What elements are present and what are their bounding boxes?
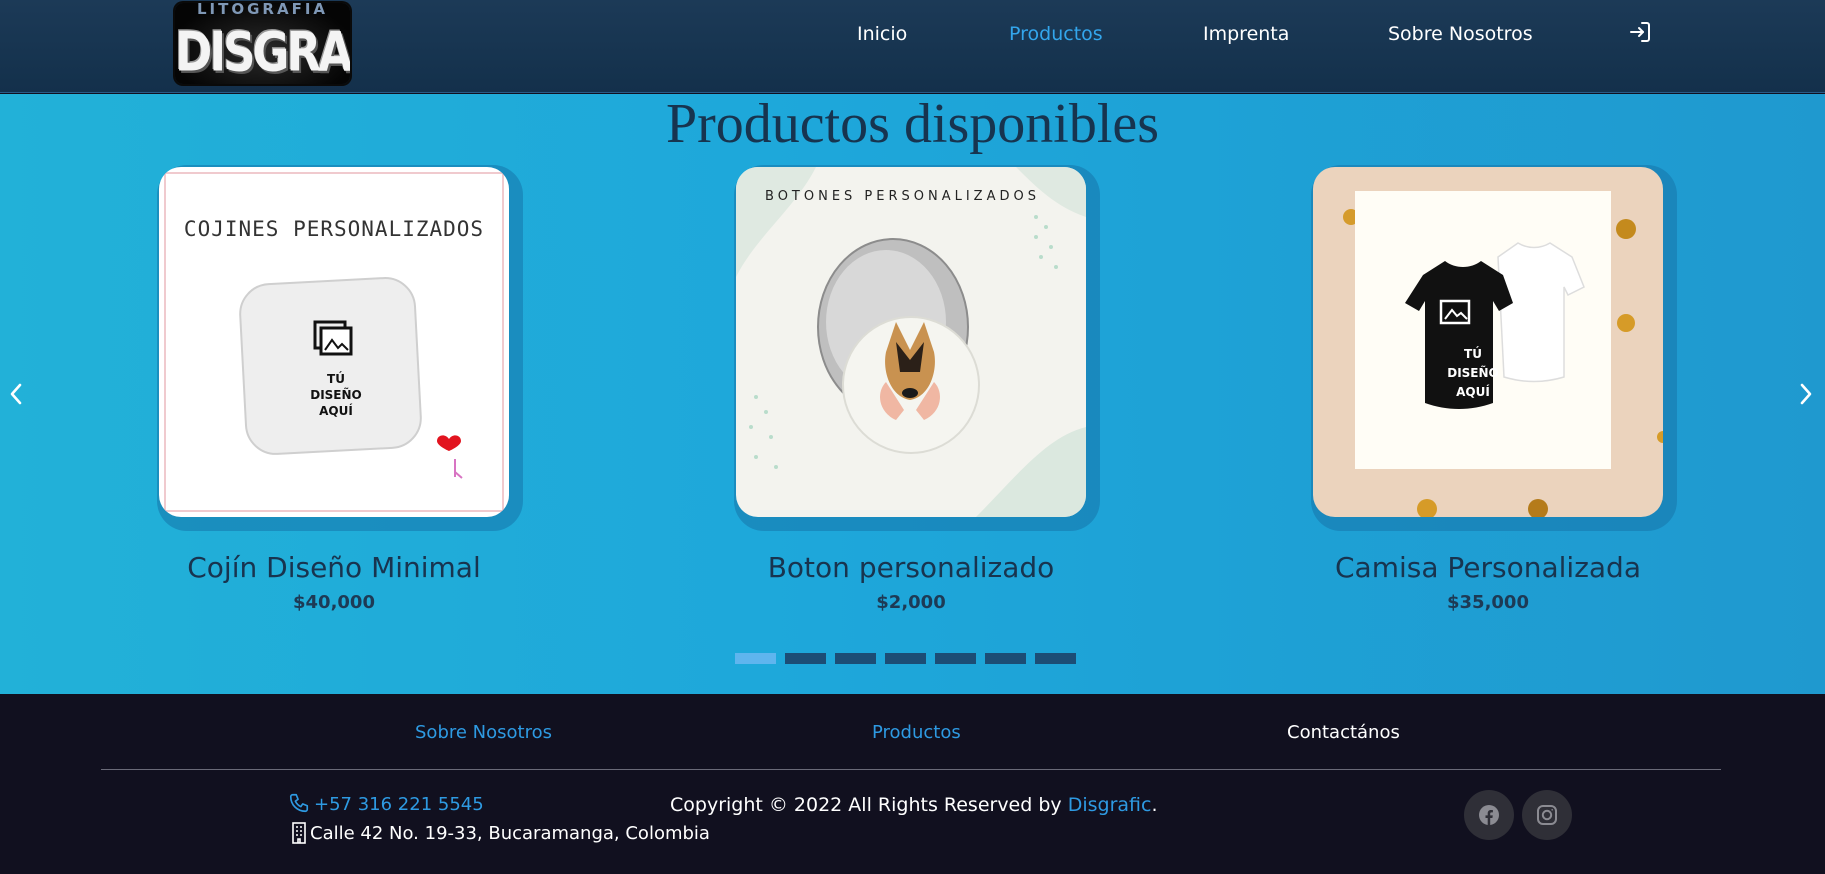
pillow-caption-line: AQUÍ bbox=[319, 404, 353, 418]
footer-link-sobre-nosotros[interactable]: Sobre Nosotros bbox=[415, 720, 552, 746]
nav-imprenta[interactable]: Imprenta bbox=[1203, 20, 1289, 48]
building-icon bbox=[292, 822, 306, 844]
product-card-cojin[interactable]: COJINES PERSONALIZADOS TÚ DISEÑO AQUÍ bbox=[159, 167, 509, 517]
phone-icon bbox=[289, 793, 309, 813]
shirt-image bbox=[1343, 191, 1663, 517]
carousel-indicator[interactable] bbox=[1035, 653, 1076, 664]
logo-top-text: LITOGRAFIA bbox=[196, 3, 329, 18]
logo[interactable]: LITOGRAFIA DISGRAFIC bbox=[175, 3, 350, 84]
pillow-heading: COJINES PERSONALIZADOS bbox=[183, 217, 485, 241]
copyright-suffix: . bbox=[1151, 794, 1158, 816]
product-price: $2,000 bbox=[876, 592, 946, 613]
page-title: Productos disponibles bbox=[0, 88, 1825, 160]
page-title-text: Productos disponibles bbox=[666, 88, 1159, 160]
product-card-boton[interactable]: BOTONES PERSONALIZADOS bbox=[736, 167, 1086, 517]
product-name[interactable]: Camisa Personalizada bbox=[1248, 547, 1728, 589]
footer-phone[interactable]: +57 316 221 5545 bbox=[314, 792, 484, 818]
carousel-indicator[interactable] bbox=[885, 653, 926, 664]
carousel-indicator[interactable] bbox=[935, 653, 976, 664]
copyright-prefix: Copyright © 2022 All Rights Reserved by bbox=[670, 794, 1068, 816]
product-price: $40,000 bbox=[293, 592, 375, 613]
product-name[interactable]: Boton personalizado bbox=[671, 547, 1151, 589]
product-card-camisa[interactable]: TÚ DISEÑO AQUÍ bbox=[1313, 167, 1663, 517]
carousel-indicator[interactable] bbox=[785, 653, 826, 664]
shirt-caption-line: AQUÍ bbox=[1456, 385, 1490, 399]
footer-address: Calle 42 No. 19-33, Bucaramanga, Colombi… bbox=[310, 823, 710, 844]
nav-productos[interactable]: Productos bbox=[1009, 20, 1103, 48]
chevron-right-icon[interactable] bbox=[1794, 380, 1818, 408]
chevron-left-icon[interactable] bbox=[4, 380, 28, 408]
facebook-button[interactable] bbox=[1464, 790, 1514, 840]
login-icon[interactable] bbox=[1628, 20, 1652, 44]
navbar: LITOGRAFIA DISGRAFIC Inicio Productos Im… bbox=[0, 0, 1825, 93]
instagram-icon bbox=[1537, 805, 1557, 825]
product-price: $35,000 bbox=[1447, 592, 1529, 613]
nav-sobre-nosotros[interactable]: Sobre Nosotros bbox=[1388, 20, 1533, 48]
carousel-indicator[interactable] bbox=[985, 653, 1026, 664]
nav-inicio[interactable]: Inicio bbox=[857, 20, 907, 48]
facebook-icon bbox=[1479, 805, 1499, 825]
copyright: Copyright © 2022 All Rights Reserved by … bbox=[670, 792, 1158, 818]
button-image bbox=[736, 167, 1086, 517]
pillow-caption-line: TÚ bbox=[327, 372, 345, 386]
logo-main-text: DISGRAFIC bbox=[175, 20, 350, 84]
footer-link-contactanos[interactable]: Contactános bbox=[1287, 720, 1400, 746]
footer-link-productos[interactable]: Productos bbox=[872, 720, 961, 746]
footer-divider bbox=[101, 769, 1721, 770]
shirt-caption-line: TÚ bbox=[1464, 347, 1482, 361]
brand-link[interactable]: Disgrafic bbox=[1068, 794, 1152, 816]
shirt-caption: TÚ DISEÑO AQUÍ bbox=[1423, 345, 1523, 402]
button-heading: BOTONES PERSONALIZADOS bbox=[765, 189, 1040, 204]
carousel-indicator[interactable] bbox=[835, 653, 876, 664]
instagram-button[interactable] bbox=[1522, 790, 1572, 840]
pillow-caption-line: DISEÑO bbox=[310, 388, 362, 402]
pillow-caption: TÚ DISEÑO AQUÍ bbox=[280, 371, 392, 419]
product-name[interactable]: Cojín Diseño Minimal bbox=[94, 547, 574, 589]
shirt-caption-line: DISEÑO bbox=[1447, 366, 1499, 380]
carousel-indicator[interactable] bbox=[735, 653, 776, 664]
